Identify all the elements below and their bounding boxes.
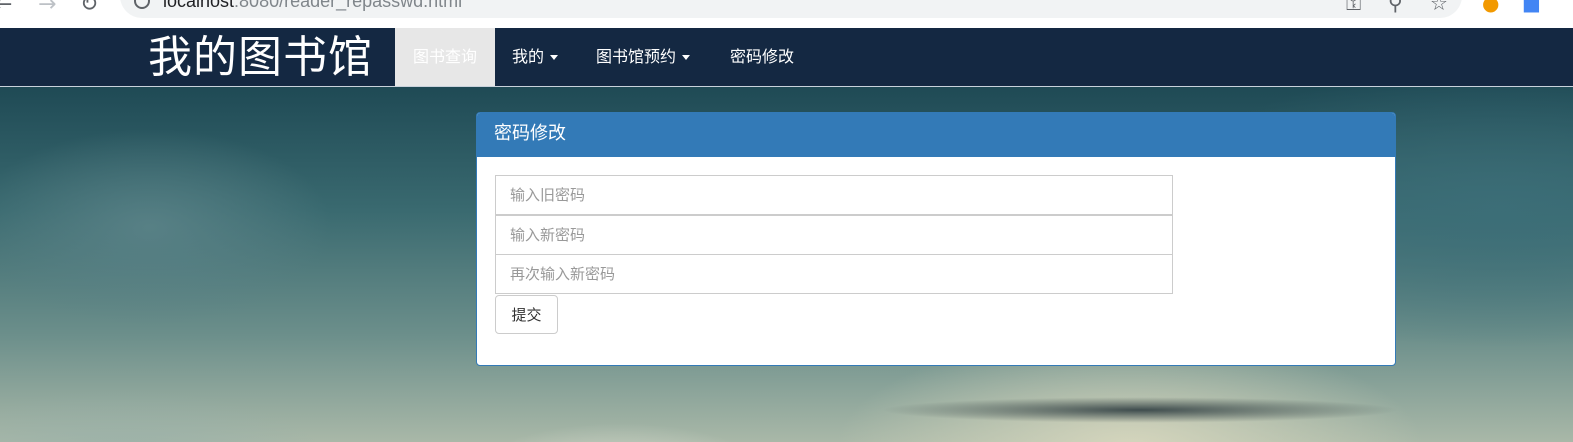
- panel-title: 密码修改: [477, 113, 1395, 157]
- caret-down-icon: [682, 55, 691, 60]
- nav-item-label: 图书馆预约: [596, 47, 677, 66]
- zoom-icon[interactable]: ⚲: [1388, 0, 1403, 15]
- translate-icon[interactable]: ■: [1522, 0, 1541, 15]
- submit-button[interactable]: 提交: [495, 295, 558, 334]
- url-host: localhost: [163, 0, 235, 11]
- confirm-password-input[interactable]: [495, 254, 1173, 294]
- forward-icon[interactable]: →: [38, 0, 56, 17]
- site-brand[interactable]: 我的图书馆: [148, 31, 373, 85]
- nav-item-label: 密码修改: [730, 47, 795, 66]
- extension-icon[interactable]: ●: [1482, 0, 1499, 15]
- background-cloud: [880, 397, 1400, 423]
- back-icon[interactable]: ←: [0, 0, 12, 17]
- nav-item-mine[interactable]: 我的: [512, 28, 559, 86]
- address-url[interactable]: localhost:8080/reader_repasswd.html: [163, 0, 462, 12]
- nav-item-label: 图书查询: [412, 47, 477, 66]
- star-icon[interactable]: ☆: [1430, 0, 1448, 15]
- nav-item-library-reservation[interactable]: 图书馆预约: [596, 28, 691, 86]
- old-password-input[interactable]: [495, 175, 1173, 215]
- nav-item-book-search[interactable]: 图书查询: [395, 28, 495, 86]
- top-navbar: 我的图书馆 图书查询 我的 图书馆预约 密码修改: [0, 28, 1573, 87]
- url-path: :8080/reader_repasswd.html: [234, 0, 463, 11]
- key-icon[interactable]: ⚿: [1346, 0, 1361, 15]
- password-change-panel: 密码修改 提交: [476, 112, 1396, 366]
- nav-item-label: 我的: [512, 47, 545, 66]
- caret-down-icon: [550, 55, 559, 60]
- reload-icon[interactable]: ↻: [80, 0, 98, 17]
- new-password-input[interactable]: [495, 215, 1173, 255]
- nav-item-change-password[interactable]: 密码修改: [730, 28, 794, 86]
- browser-toolbar: ← → ↻ localhost:8080/reader_repasswd.htm…: [0, 0, 1573, 28]
